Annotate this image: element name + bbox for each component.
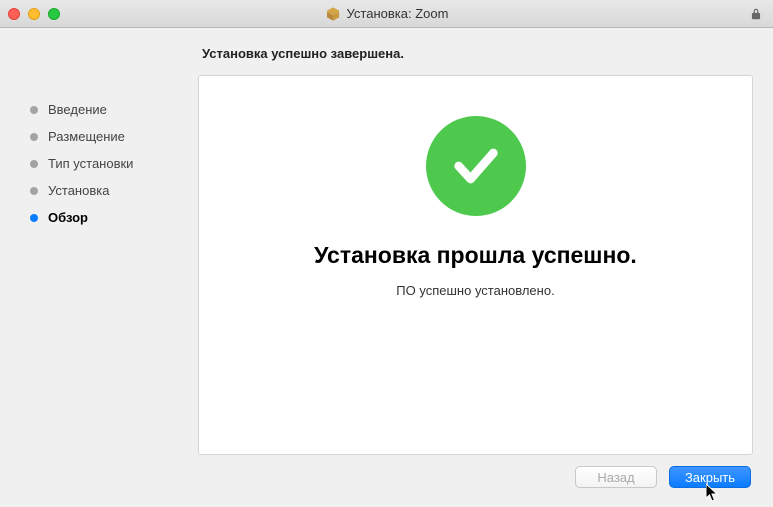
sidebar-item-label: Размещение: [48, 129, 125, 144]
sidebar-item-label: Установка: [48, 183, 109, 198]
bullet-icon: [30, 187, 38, 195]
sidebar-item-summary: Обзор: [30, 204, 198, 231]
content-subtitle: Установка успешно завершена.: [198, 46, 753, 75]
window-maximize-button[interactable]: [48, 8, 60, 20]
bullet-icon: [30, 106, 38, 114]
main-row: Введение Размещение Тип установки Устано…: [0, 28, 773, 455]
sidebar-item-installation: Установка: [30, 177, 198, 204]
window-title: Установка: Zoom: [347, 6, 449, 21]
sidebar-item-destination: Размещение: [30, 123, 198, 150]
sidebar-item-label: Введение: [48, 102, 107, 117]
titlebar: Установка: Zoom: [0, 0, 773, 28]
sidebar-item-intro: Введение: [30, 96, 198, 123]
sidebar-item-label: Тип установки: [48, 156, 133, 171]
content-column: Установка успешно завершена. Установка п…: [198, 46, 753, 455]
window-title-container: Установка: Zoom: [325, 6, 449, 22]
back-button[interactable]: Назад: [575, 466, 657, 488]
success-check-icon: [426, 116, 526, 216]
bullet-icon: [30, 214, 38, 222]
sidebar-item-install-type: Тип установки: [30, 150, 198, 177]
window-minimize-button[interactable]: [28, 8, 40, 20]
window-close-button[interactable]: [8, 8, 20, 20]
bullet-icon: [30, 160, 38, 168]
close-button[interactable]: Закрыть: [669, 466, 751, 488]
bullet-icon: [30, 133, 38, 141]
success-title: Установка прошла успешно.: [314, 242, 637, 269]
success-subtext: ПО успешно установлено.: [396, 283, 554, 298]
body-area: Введение Размещение Тип установки Устано…: [0, 28, 773, 505]
traffic-lights: [8, 8, 60, 20]
footer: Назад Закрыть: [0, 455, 773, 505]
lock-icon: [749, 7, 763, 21]
sidebar: Введение Размещение Тип установки Устано…: [0, 46, 198, 455]
content-panel: Установка прошла успешно. ПО успешно уст…: [198, 75, 753, 455]
sidebar-item-label: Обзор: [48, 210, 88, 225]
package-icon: [325, 6, 341, 22]
